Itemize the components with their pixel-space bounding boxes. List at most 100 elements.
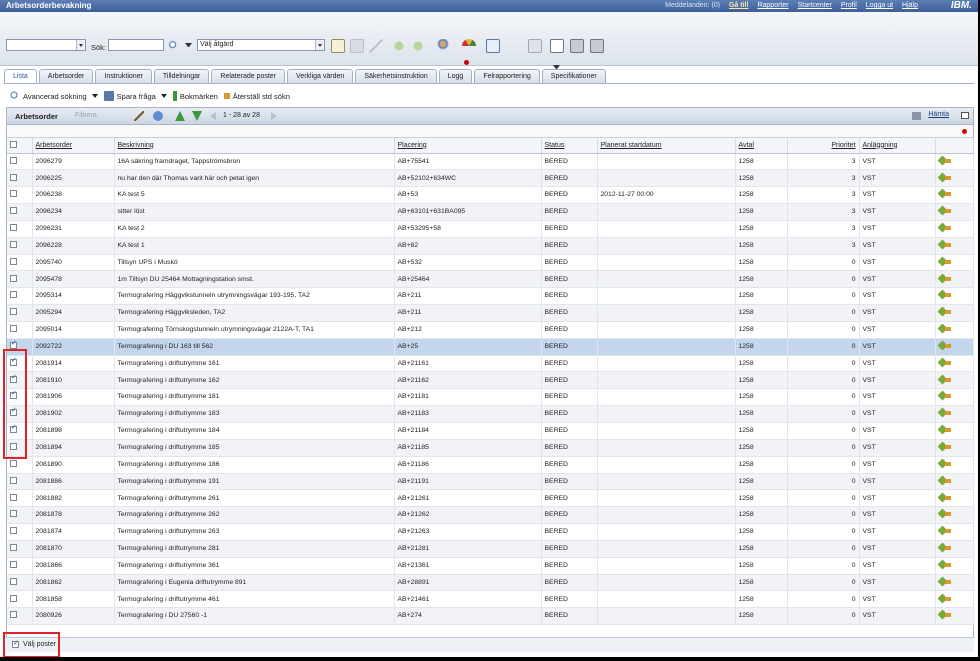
table-row[interactable]: 2092722Termografering i DU 163 till 562A… [7, 338, 974, 356]
chevron-down-icon[interactable] [76, 40, 85, 50]
route-workflow-icon[interactable] [939, 274, 951, 283]
column-header-priority[interactable]: Prioritet [787, 138, 860, 154]
cell-work-order[interactable]: 2096234 [32, 203, 115, 221]
row-checkbox[interactable] [10, 156, 17, 164]
tab-related-records[interactable]: Relaterade poster [211, 69, 286, 83]
route-workflow-icon[interactable] [939, 290, 951, 299]
cell-work-order[interactable]: 2081858 [32, 590, 115, 609]
row-checkbox[interactable] [10, 308, 17, 316]
save-icon[interactable] [350, 39, 364, 53]
cell-work-order[interactable]: 2081898 [32, 422, 115, 440]
table-row[interactable]: 2096238 KA test 5 AB+53 BERED 2012-11-27 00:… [7, 186, 974, 205]
route-workflow-icon[interactable] [939, 189, 951, 198]
row-checkbox[interactable] [10, 207, 17, 215]
route-workflow-icon[interactable] [939, 493, 951, 502]
row-checkbox[interactable] [10, 544, 17, 552]
bookmarks-button[interactable]: Bokmärken [172, 91, 218, 101]
route-workflow-icon[interactable] [939, 476, 951, 485]
column-header-status[interactable]: Status [541, 138, 598, 154]
table-row[interactable]: 2081878 Termografering i driftutrymme 262… [7, 506, 974, 525]
route-workflow-icon[interactable] [939, 560, 951, 569]
goto-menu[interactable]: Gå till [729, 2, 748, 9]
tab-safety[interactable]: Säkerhetsinstruktion [355, 69, 437, 83]
row-checkbox[interactable] [10, 325, 17, 333]
advanced-search-button[interactable]: Avancerad sökning [10, 91, 98, 101]
chevron-down-icon[interactable] [160, 94, 167, 98]
chevron-down-icon[interactable] [91, 94, 98, 98]
table-row[interactable]: 2096234 sitter löst AB+63101+631BA095 BERED… [7, 203, 974, 221]
table-row[interactable]: 2080926 Termografering i DU 27560 -1 AB+27… [7, 607, 974, 626]
route-workflow-icon[interactable] [939, 459, 951, 468]
download-icon[interactable] [912, 112, 921, 120]
search-icon[interactable] [167, 39, 181, 53]
row-checkbox[interactable] [10, 424, 17, 434]
table-row[interactable]: 2096231 KA test 2 AB+53295+58 BERED 1258 3 VST [7, 220, 974, 238]
cell-work-order[interactable]: 2092722 [32, 338, 115, 356]
previous-arrow-icon[interactable] [392, 39, 406, 53]
cell-work-order[interactable]: 2081910 [32, 371, 115, 390]
column-header-location[interactable]: Placering [394, 138, 542, 154]
messages-link[interactable]: Meddelanden: (0) [665, 2, 720, 9]
row-checkbox[interactable] [10, 274, 17, 282]
arrow-up-icon[interactable] [175, 111, 185, 121]
table-row[interactable]: 2081902Termografering i driftutrymme 183… [7, 405, 974, 423]
route-workflow-icon[interactable] [939, 425, 951, 434]
tab-actuals[interactable]: Verkliga värden [287, 69, 354, 83]
search-input[interactable] [108, 39, 164, 51]
route-workflow-icon[interactable] [939, 206, 951, 215]
table-row[interactable]: 2096225 nu har den där Thomas varit här o… [7, 169, 974, 188]
cell-work-order[interactable]: 2080926 [32, 607, 115, 626]
menu-reports[interactable]: Rapporter [757, 2, 788, 9]
row-checkbox[interactable] [10, 476, 17, 484]
cell-work-order[interactable]: 2095478 [32, 270, 115, 289]
row-checkbox[interactable] [10, 611, 17, 619]
route-workflow-icon[interactable] [939, 509, 951, 518]
route-workflow-icon[interactable] [939, 341, 951, 350]
row-checkbox[interactable] [10, 577, 17, 585]
gauge-icon[interactable] [462, 39, 476, 53]
route-workflow-icon[interactable] [939, 391, 951, 400]
cell-work-order[interactable]: 2096279 [32, 153, 115, 171]
menu-startcenter[interactable]: Startcenter [798, 2, 832, 9]
action-select[interactable]: Välj åtgärd [197, 39, 325, 51]
cell-work-order[interactable]: 2081882 [32, 489, 115, 508]
table-row[interactable]: 2081906Termografering i driftutrymme 181… [7, 388, 974, 407]
edit-icon[interactable] [134, 111, 144, 121]
route-workflow-icon[interactable] [939, 610, 951, 619]
row-checkbox[interactable] [10, 510, 17, 518]
row-checkbox[interactable] [10, 173, 17, 181]
row-checkbox[interactable] [10, 257, 17, 265]
report-icon[interactable] [486, 39, 500, 53]
query-select[interactable] [6, 39, 86, 51]
route-workflow-icon[interactable] [939, 307, 951, 316]
cell-work-order[interactable]: 2081886 [32, 473, 115, 491]
route-workflow-icon[interactable] [939, 223, 951, 232]
row-checkbox[interactable] [10, 190, 17, 198]
table-row[interactable]: 2081862 Termografering i Eugenia driftutr… [7, 574, 974, 592]
table-row[interactable]: 2081890 Termografering i driftutrymme 186… [7, 456, 974, 474]
route-workflow-icon[interactable] [939, 577, 951, 586]
cell-work-order[interactable]: 2081914 [32, 355, 115, 373]
column-header-site[interactable]: Anläggning [859, 138, 936, 154]
row-checkbox[interactable] [10, 594, 17, 602]
cell-work-order[interactable]: 2096225 [32, 169, 115, 188]
route-workflow-icon[interactable] [939, 257, 951, 266]
table-row[interactable]: 2081886 Termografering i driftutrymme 191… [7, 473, 974, 491]
route-workflow-icon[interactable] [939, 358, 951, 367]
cell-work-order[interactable]: 2096231 [32, 220, 115, 238]
tab-specifications[interactable]: Specifikationer [541, 69, 606, 83]
fetch-link[interactable]: Hämta [928, 111, 949, 118]
table-row[interactable]: 2096228 KA test 1 AB+82 BERED 1258 3 VST [7, 237, 974, 255]
row-checkbox[interactable] [10, 390, 17, 400]
table-row[interactable]: 2095740 Tillsyn UPS i Muskö AB+532 BERED 125… [7, 254, 974, 272]
column-header-start-date[interactable]: Planerat startdatum [597, 138, 736, 154]
menu-icon[interactable] [961, 112, 969, 119]
route-workflow-icon[interactable] [939, 442, 951, 451]
column-header-description[interactable]: Beskrivning [114, 138, 395, 154]
cell-work-order[interactable]: 2095294 [32, 304, 115, 322]
cell-work-order[interactable]: 2081902 [32, 405, 115, 423]
cell-work-order[interactable]: 2081870 [32, 540, 115, 558]
route-workflow-icon[interactable] [939, 526, 951, 535]
row-checkbox[interactable] [10, 407, 17, 417]
cell-work-order[interactable]: 2095740 [32, 254, 115, 272]
